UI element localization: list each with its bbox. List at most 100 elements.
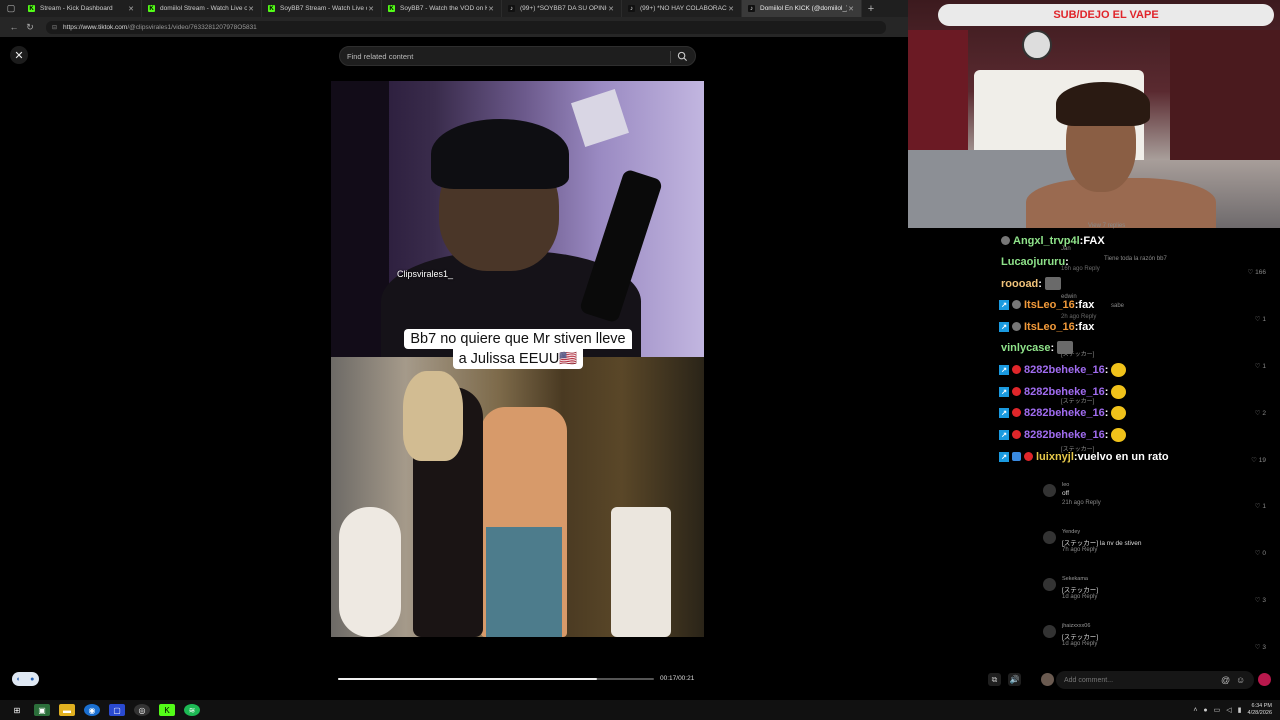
avatar[interactable] — [1043, 625, 1056, 638]
tab-5[interactable]: ♪ (99+) *NO HAY COLABORACIÓN✕ — [622, 0, 742, 17]
tab-4[interactable]: ♪ (99+) *SOYBB7 DA SU OPINIÓN* K✕ — [502, 0, 622, 17]
tab-6[interactable]: ♪ Domiilol En KICK (@domiilol_) | T✕ — [742, 0, 862, 17]
search-icon[interactable] — [677, 51, 688, 62]
video-progress-bar[interactable] — [338, 674, 654, 684]
like-count[interactable]: ♡ 0 — [1255, 549, 1266, 557]
chat-username[interactable]: 8282beheke_16 — [1024, 407, 1105, 419]
kick-icon[interactable]: K — [159, 704, 175, 716]
comment-author[interactable]: Sekekama — [1062, 576, 1088, 582]
chat-username[interactable]: 8282beheke_16 — [1024, 364, 1105, 376]
toggle-chip[interactable]: ◐ ● — [12, 672, 39, 686]
tab-3[interactable]: K SoyBB7 - Watch the VOD on Kick✕ — [382, 0, 502, 17]
volume-icon[interactable]: 🔊 — [1008, 673, 1021, 686]
tab-close-icon[interactable]: ✕ — [607, 5, 615, 13]
view-replies[interactable]: View 7 replies — [1088, 223, 1125, 229]
back-icon[interactable]: ← — [6, 22, 22, 32]
mention-icon[interactable]: @ — [1221, 675, 1230, 685]
reload-icon[interactable]: ↻ — [22, 22, 38, 33]
video-time: 00:17/00:21 — [660, 675, 695, 682]
chat-message: Lucaojururu : — [1001, 253, 1069, 270]
tab-label: domiilol Stream - Watch Live on Kick — [160, 5, 247, 12]
file-explorer-icon[interactable]: ▬ — [59, 704, 75, 716]
tab-actions-icon[interactable]: ▢ — [0, 0, 22, 17]
tab-0[interactable]: K Stream - Kick Dashboard ✕ — [22, 0, 142, 17]
chevron-up-icon[interactable]: ˄ — [1193, 707, 1197, 714]
kick-icon: K — [388, 5, 395, 12]
network-icon[interactable]: ▭ — [1214, 706, 1221, 714]
toggle-dot-icon: ● — [30, 675, 35, 683]
mic-tray-icon[interactable]: ● — [1203, 707, 1207, 714]
url-field[interactable]: ⊟ https://www.tiktok.com/@clipsvirales1/… — [46, 20, 886, 34]
comment-meta[interactable]: 1d ago Reply — [1062, 594, 1097, 600]
chat-username[interactable]: vinlycase — [1001, 342, 1051, 354]
avatar[interactable] — [1043, 484, 1056, 497]
microphone — [578, 168, 664, 324]
tiktok-icon: ♪ — [628, 5, 635, 12]
tab-1[interactable]: Kdomiilol Stream - Watch Live on Kick✕ — [142, 0, 262, 17]
twitch-badge-icon: ↗ — [999, 364, 1009, 375]
comment-meta[interactable]: 21h ago Reply — [1062, 500, 1101, 506]
comment-meta[interactable]: 7h ago Reply — [1062, 547, 1097, 553]
chat-username[interactable]: ItsLeo_16 — [1024, 299, 1075, 311]
post-button[interactable] — [1258, 673, 1271, 686]
like-count[interactable]: ♡ 1 — [1255, 315, 1266, 323]
site-info-icon[interactable]: ⊟ — [52, 24, 57, 31]
speaker-icon[interactable]: ◁ — [1226, 706, 1231, 714]
chrome-icon[interactable]: ◉ — [84, 704, 100, 716]
close-icon[interactable]: ✕ — [10, 46, 28, 64]
sticker-icon — [1057, 341, 1074, 354]
chat-username[interactable]: Lucaojururu — [1001, 256, 1065, 268]
comment-author[interactable]: jhaizxxxx06 — [1062, 623, 1090, 629]
tab-close-icon[interactable]: ✕ — [487, 5, 495, 13]
video-player[interactable]: Clipsvirales1_ Bb7 no quiere que Mr stiv… — [331, 81, 704, 691]
like-count[interactable]: ♡ 3 — [1255, 643, 1266, 651]
blue-badge-icon — [1012, 452, 1021, 461]
like-count[interactable]: ♡ 3 — [1255, 596, 1266, 604]
chat-username[interactable]: roooad — [1001, 278, 1038, 290]
chat-message: vinlycase : — [1001, 339, 1074, 356]
like-count[interactable]: ♡ 2 — [1255, 409, 1266, 417]
chat-username[interactable]: 8282beheke_16 — [1024, 429, 1105, 441]
tab-close-icon[interactable]: ✕ — [727, 5, 735, 13]
tiktok-icon: ♪ — [748, 5, 755, 12]
windows-start-icon[interactable]: ⊞ — [9, 704, 25, 716]
like-count[interactable]: ♡ 166 — [1248, 268, 1267, 276]
obs-icon[interactable]: ◎ — [134, 704, 150, 716]
chat-message: ↗ ItsLeo_16 : fax — [999, 296, 1094, 313]
comment-text: off — [1062, 490, 1070, 497]
tab-close-icon[interactable]: ✕ — [247, 5, 255, 13]
emoji-icon[interactable]: ☺ — [1236, 675, 1245, 685]
terminal-icon[interactable]: ▣ — [34, 704, 50, 716]
red-badge-icon — [1024, 452, 1033, 461]
comment-author[interactable]: Yendey — [1062, 529, 1080, 535]
like-count[interactable]: ♡ 1 — [1255, 362, 1266, 370]
chat-username[interactable]: ItsLeo_16 — [1024, 321, 1075, 333]
chat-username[interactable]: Angxl_trvp4l — [1013, 235, 1080, 247]
tab-2[interactable]: K SoyBB7 Stream - Watch Live on Kick✕ — [262, 0, 382, 17]
avatar[interactable] — [1043, 531, 1056, 544]
pip-icon[interactable]: ⧉ — [988, 673, 1001, 686]
search-input[interactable]: Find related content — [339, 46, 696, 66]
grey-badge-icon — [1012, 322, 1021, 331]
tab-close-icon[interactable]: ✕ — [367, 5, 375, 13]
tab-close-icon[interactable]: ✕ — [847, 5, 855, 13]
battery-icon[interactable]: ▮ — [1238, 706, 1242, 714]
mascot-logo — [1022, 30, 1052, 60]
twitch-badge-icon: ↗ — [999, 429, 1009, 440]
new-tab-icon[interactable]: + — [862, 3, 880, 15]
chat-message: ↗ 8282beheke_16 : — [999, 361, 1127, 378]
like-count[interactable]: ♡ 19 — [1251, 456, 1266, 464]
clock[interactable]: 6:34 PM 4/28/2026 — [1248, 703, 1272, 717]
red-badge-icon — [1012, 408, 1021, 417]
chat-message: Angxl_trvp4l : FAX — [1001, 232, 1105, 249]
chat-username[interactable]: luixnyjl — [1036, 451, 1074, 463]
avatar[interactable] — [1043, 578, 1056, 591]
spotify-icon[interactable]: ≋ — [184, 704, 200, 716]
store-icon[interactable]: ▢ — [109, 704, 125, 716]
clock-date: 4/28/2026 — [1247, 710, 1272, 716]
tab-close-icon[interactable]: ✕ — [127, 5, 135, 13]
like-count[interactable]: ♡ 1 — [1255, 502, 1266, 510]
comment-author[interactable]: leo — [1062, 482, 1069, 488]
chat-username[interactable]: 8282beheke_16 — [1024, 386, 1105, 398]
comment-meta[interactable]: 1d ago Reply — [1062, 641, 1097, 647]
